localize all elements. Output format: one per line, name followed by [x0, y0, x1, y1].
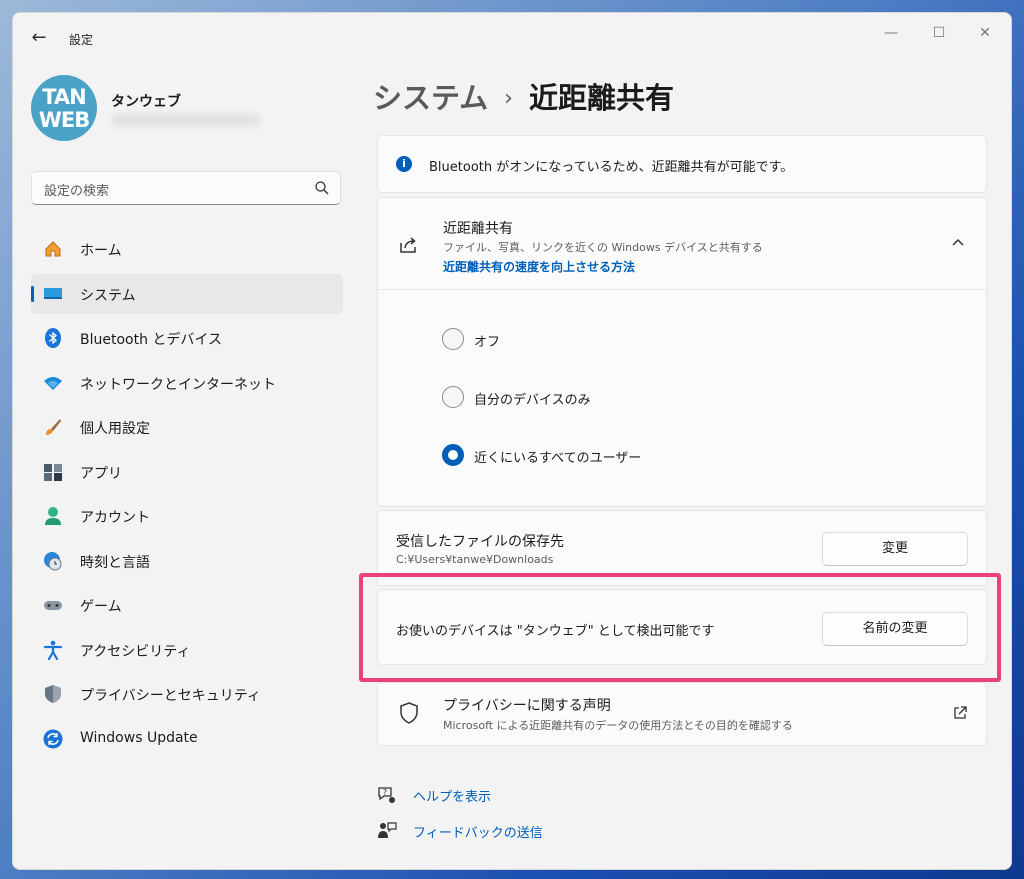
shield-icon: [45, 685, 61, 703]
sidebar-item-network[interactable]: ネットワークとインターネット: [31, 363, 343, 403]
sidebar-item-accessibility[interactable]: アクセシビリティ: [31, 630, 343, 670]
shield-outline-icon: [400, 702, 418, 724]
sidebar-item-label: ゲーム: [80, 599, 122, 615]
brush-icon: [46, 419, 61, 435]
system-icon: [44, 287, 62, 299]
info-icon: i: [396, 156, 412, 172]
sidebar-item-label: プライバシーとセキュリティ: [80, 688, 261, 704]
bluetooth-info-banner: i Bluetooth がオンになっているため、近距離共有が可能です。: [377, 135, 987, 193]
sidebar-item-label: 個人用設定: [80, 421, 150, 437]
breadcrumb-separator: ›: [504, 86, 513, 111]
sidebar-item-time-language[interactable]: 時刻と言語: [31, 541, 343, 581]
sidebar-item-label: アクセシビリティ: [80, 643, 191, 660]
info-text: Bluetooth がオンになっているため、近距離共有が可能です。: [429, 160, 794, 175]
radio-button[interactable]: [442, 328, 464, 350]
page-title: 近距離共有: [528, 81, 674, 115]
feedback-label: フィードバックの送信: [413, 826, 543, 841]
privacy-description: Microsoft による近距離共有のデータの使用方法とその目的を確認する: [443, 719, 793, 732]
apps-icon: [44, 463, 62, 481]
update-icon: [43, 729, 63, 748]
external-link-icon: [954, 706, 967, 719]
user-email-blurred: [111, 113, 261, 127]
search-input[interactable]: 設定の検索: [31, 171, 341, 205]
time-language-icon: [44, 551, 62, 570]
bluetooth-icon: [45, 328, 61, 348]
nearby-share-title: 近距離共有: [443, 221, 513, 237]
gamepad-icon: [44, 601, 62, 610]
sidebar-item-gaming[interactable]: ゲーム: [31, 585, 343, 625]
maximize-button[interactable]: ☐: [919, 21, 959, 45]
save-location-title: 受信したファイルの保存先: [396, 534, 564, 550]
speed-help-link[interactable]: 近距離共有の速度を向上させる方法: [443, 258, 635, 275]
sidebar-item-label: アプリ: [80, 465, 122, 482]
sidebar-item-label: ホーム: [80, 243, 122, 259]
privacy-title: プライバシーに関する声明: [443, 698, 611, 714]
app-title: 設定: [69, 33, 94, 47]
sidebar-item-home[interactable]: ホーム: [31, 229, 343, 269]
settings-window: ← 設定 — ☐ ✕ TAN WEB タンウェブ 設定の検索 ホーム システム …: [12, 12, 1012, 870]
nearby-share-header[interactable]: 近距離共有 ファイル、写真、リンクを近くの Windows デバイスと共有する …: [378, 198, 986, 290]
radio-button[interactable]: [442, 386, 464, 408]
close-button[interactable]: ✕: [965, 21, 1005, 45]
account-icon: [45, 507, 61, 525]
nearby-share-description: ファイル、写真、リンクを近くの Windows デバイスと共有する: [443, 241, 763, 254]
minimize-button[interactable]: —: [871, 21, 911, 45]
sidebar-nav: ホーム システム Bluetooth とデバイス ネットワークとインターネット: [31, 229, 343, 763]
change-location-button[interactable]: 変更: [822, 532, 968, 566]
user-name: タンウェブ: [111, 94, 181, 110]
sidebar-item-personalization[interactable]: 個人用設定: [31, 407, 343, 447]
search-placeholder: 設定の検索: [44, 184, 110, 199]
radio-label: オフ: [474, 335, 501, 350]
sidebar-item-label: アカウント: [80, 510, 150, 526]
sidebar-item-label: ネットワークとインターネット: [80, 376, 276, 393]
radio-label: 近くにいるすべてのユーザー: [474, 451, 642, 466]
svg-text:?: ?: [383, 788, 387, 797]
sidebar-item-windows-update[interactable]: Windows Update: [31, 719, 343, 759]
breadcrumb-parent[interactable]: システム: [373, 81, 488, 115]
sidebar-item-label: Bluetooth とデバイス: [80, 332, 222, 348]
active-indicator: [31, 285, 34, 302]
radio-button-selected[interactable]: [442, 444, 464, 466]
privacy-statement-card[interactable]: プライバシーに関する声明 Microsoft による近距離共有のデータの使用方法…: [377, 682, 987, 746]
sidebar-item-accounts[interactable]: アカウント: [31, 496, 343, 536]
sidebar-item-privacy-security[interactable]: プライバシーとセキュリティ: [31, 674, 343, 714]
sidebar-item-bluetooth[interactable]: Bluetooth とデバイス: [31, 318, 343, 358]
breadcrumb: システム › 近距離共有: [373, 75, 674, 117]
chevron-up-icon[interactable]: [950, 234, 966, 250]
help-label: ヘルプを表示: [413, 790, 492, 805]
nearby-share-card: 近距離共有 ファイル、写真、リンクを近くの Windows デバイスと共有する …: [377, 197, 987, 507]
search-icon: [315, 181, 329, 195]
share-icon: [400, 237, 416, 253]
sidebar-item-system[interactable]: システム: [31, 273, 343, 314]
sidebar-item-label: システム: [80, 287, 136, 304]
title-bar: ← 設定 — ☐ ✕: [13, 13, 1011, 59]
avatar-text-line1: TAN: [42, 85, 87, 109]
back-arrow-icon[interactable]: ←: [27, 27, 51, 49]
avatar: TAN WEB: [31, 75, 97, 141]
sidebar-item-apps[interactable]: アプリ: [31, 452, 343, 492]
home-icon: [45, 241, 61, 257]
feedback-icon: [378, 822, 397, 838]
highlight-box: [359, 573, 1001, 682]
radio-label: 自分のデバイスのみ: [474, 393, 591, 408]
wifi-icon: [44, 376, 62, 390]
avatar-text-line2: WEB: [38, 108, 91, 132]
sidebar-item-label: 時刻と言語: [80, 554, 150, 571]
sidebar-item-label: Windows Update: [80, 729, 198, 746]
help-icon: ?: [378, 787, 395, 803]
accessibility-icon: [43, 640, 63, 660]
save-location-path: C:¥Users¥tanwe¥Downloads: [396, 553, 554, 566]
